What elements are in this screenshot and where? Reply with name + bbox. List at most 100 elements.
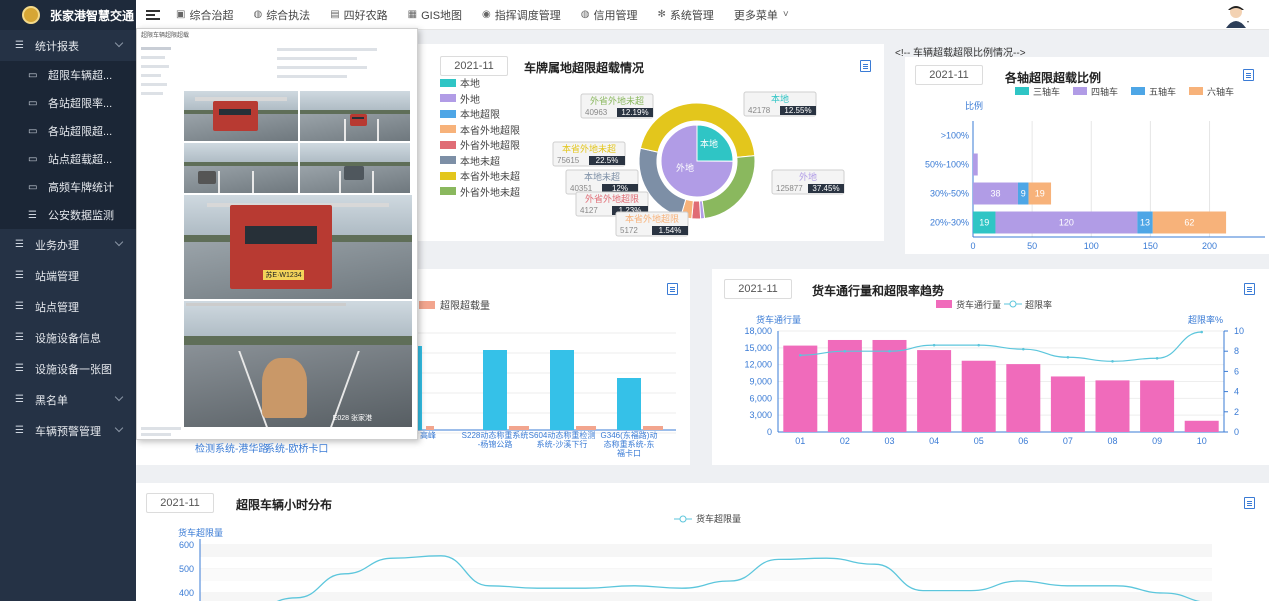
donut-callout[interactable]: 本省外地未超 75615 22.5% — [552, 141, 626, 167]
sidebar-item-label: 站端管理 — [35, 270, 79, 283]
tick-label: 400 — [179, 588, 194, 598]
rate-point[interactable] — [1111, 360, 1114, 363]
rate-point[interactable] — [932, 343, 936, 347]
bar[interactable] — [1006, 364, 1041, 432]
bar[interactable] — [827, 339, 862, 432]
tick-label: 500 — [179, 564, 194, 574]
sidebar-item-7[interactable]: ☰ 车辆预警管理 — [0, 415, 136, 446]
sidebar-item-0[interactable]: ☰ 统计报表 — [0, 30, 136, 61]
tick-label: 0 — [970, 241, 975, 251]
sidebar-item-3[interactable]: ☰ 站点管理 — [0, 291, 136, 322]
sidebar-subitem-4[interactable]: ▭ 高频车牌统计 — [0, 173, 136, 201]
topnav-label: GIS地图 — [421, 9, 463, 22]
user-avatar[interactable] — [1223, 2, 1249, 28]
rate-point[interactable] — [1022, 347, 1025, 351]
rate-point[interactable] — [888, 349, 891, 353]
sidebar-item-label: 黑名单 — [35, 394, 68, 407]
sidebar-item-6[interactable]: ☰ 黑名单 — [0, 384, 136, 415]
rate-point[interactable] — [1155, 356, 1159, 360]
bar[interactable] — [1140, 380, 1175, 432]
app-logo[interactable]: 张家港智慧交通 — [0, 0, 136, 30]
donut-callout[interactable]: 外省外地未超 40963 12.19% — [580, 93, 654, 119]
topnav-label: 信用管理 — [593, 9, 638, 22]
bar[interactable] — [1050, 376, 1085, 432]
donut-callout[interactable]: 本地未超40351 12% — [565, 169, 639, 195]
topnav-item-3[interactable]: ▦ GIS地图 — [408, 7, 462, 23]
rate-point[interactable] — [1066, 355, 1070, 359]
camera-overlay-window[interactable]: 超限车辆超限超载 苏E·W1234 E028 张家港 — [136, 28, 418, 440]
bar[interactable] — [917, 350, 952, 432]
bar[interactable] — [617, 378, 641, 430]
topnav-item-1[interactable]: ◍ 综合执法 — [253, 7, 310, 23]
sidebar-item-4[interactable]: ☰ 设施设备信息 — [0, 322, 136, 353]
callout-name: 本地未超 — [584, 171, 620, 182]
category-label: 20%-30% — [930, 218, 969, 228]
list-icon: ☰ — [15, 425, 24, 436]
callout-value: 42178 — [748, 106, 771, 115]
donut-panel: 2021-11 车牌属地超限超载情况 本地 外地 本地超限 本省外地超限 外省外地超限本… — [418, 44, 884, 241]
topnav-item-0[interactable]: ▣ 综合治超 — [176, 7, 233, 23]
callout-value: 75615 — [557, 156, 580, 165]
tick-label: 01 — [795, 436, 805, 446]
station-left-label-1: 检测系统-港华路 — [195, 444, 269, 455]
camera-image-6[interactable]: E028 张家港 — [184, 301, 412, 427]
bar[interactable] — [426, 426, 434, 430]
camera-image-2[interactable] — [300, 91, 410, 141]
sidebar-subitem-5[interactable]: ☰ 公安数据监测 — [0, 201, 136, 229]
camera-image-1[interactable] — [184, 91, 298, 141]
data-label: 9 — [1021, 189, 1026, 199]
gear-icon: ✻ — [657, 9, 666, 20]
app-title: 张家港智慧交通 — [50, 8, 135, 23]
bar[interactable] — [509, 426, 529, 430]
topnav-item-6[interactable]: ✻ 系统管理 — [658, 7, 714, 23]
tick-label: 50 — [1027, 241, 1037, 251]
topnav-item-2[interactable]: ▤ 四好农路 — [330, 7, 387, 23]
menu-toggle-icon[interactable] — [146, 8, 160, 22]
sidebar-item-label: 业务办理 — [35, 239, 79, 252]
tick-label: 03 — [884, 436, 894, 446]
sidebar-item-1[interactable]: ☰ 业务办理 — [0, 229, 136, 260]
ratio-caption: <!-- 车辆超载超限比例情况--> — [895, 48, 1026, 59]
rate-point[interactable] — [977, 343, 980, 347]
bar[interactable] — [783, 345, 818, 432]
tick-label: 05 — [974, 436, 984, 446]
legend-label: 五轴车 — [1149, 86, 1176, 97]
bar[interactable] — [643, 426, 663, 430]
topnav-item-7[interactable]: 更多菜单 ˅ — [734, 7, 793, 23]
topnav-item-5[interactable]: ◍ 信用管理 — [581, 7, 638, 23]
trend-chart: 货车通行量 超限率货车通行量 超限率%03,0006,0009,00012,0001… — [744, 299, 1244, 446]
sidebar-item-2[interactable]: ☰ 站端管理 — [0, 260, 136, 291]
camera-image-5[interactable]: 苏E·W1234 — [184, 195, 412, 299]
sidebar-subitem-0[interactable]: ▭ 超限车辆超... — [0, 61, 136, 89]
sidebar-subitem-3[interactable]: ▭ 站点超载超... — [0, 145, 136, 173]
bar[interactable] — [576, 426, 596, 430]
tick-label: 18,000 — [744, 326, 772, 336]
sidebar-item-5[interactable]: ☰ 设施设备一张图 — [0, 353, 136, 384]
map-icon: ▦ — [407, 9, 418, 20]
rate-point[interactable] — [799, 353, 802, 357]
sidebar-item-label: 站点管理 — [35, 301, 79, 314]
bar[interactable] — [973, 153, 978, 176]
bar[interactable] — [550, 350, 574, 430]
camera-image-4[interactable] — [300, 143, 410, 193]
bar[interactable] — [418, 346, 422, 430]
bar[interactable] — [1095, 380, 1130, 432]
data-label: 13 — [1140, 218, 1150, 228]
donut-callout[interactable]: 外地 125877 37.45% — [771, 169, 845, 195]
rate-point[interactable] — [843, 349, 847, 353]
camera-image-3[interactable] — [184, 143, 298, 193]
sidebar-subitem-1[interactable]: ▭ 各站超限率... — [0, 89, 136, 117]
donut-callout[interactable]: 本省外地超限 5172 1.54% — [615, 211, 689, 237]
bar[interactable] — [1184, 420, 1219, 432]
rate-point[interactable] — [1200, 330, 1203, 334]
sidebar-subitem-2[interactable]: ▭ 各站超限超... — [0, 117, 136, 145]
legend-swatch — [936, 300, 952, 308]
axis-label: 货车超限量 — [178, 527, 223, 538]
bar[interactable] — [483, 350, 507, 430]
donut-chart: 本地外地外省外地未超40963 12.19%本地42178 12.55%本省外地未超… — [552, 91, 845, 237]
bar[interactable] — [961, 360, 996, 432]
donut-callout[interactable]: 本地42178 12.55% — [743, 91, 817, 117]
topnav-item-4[interactable]: ◉ 指挥调度管理 — [482, 7, 561, 23]
tick-label: 4 — [1234, 387, 1239, 397]
bar[interactable] — [872, 339, 907, 432]
